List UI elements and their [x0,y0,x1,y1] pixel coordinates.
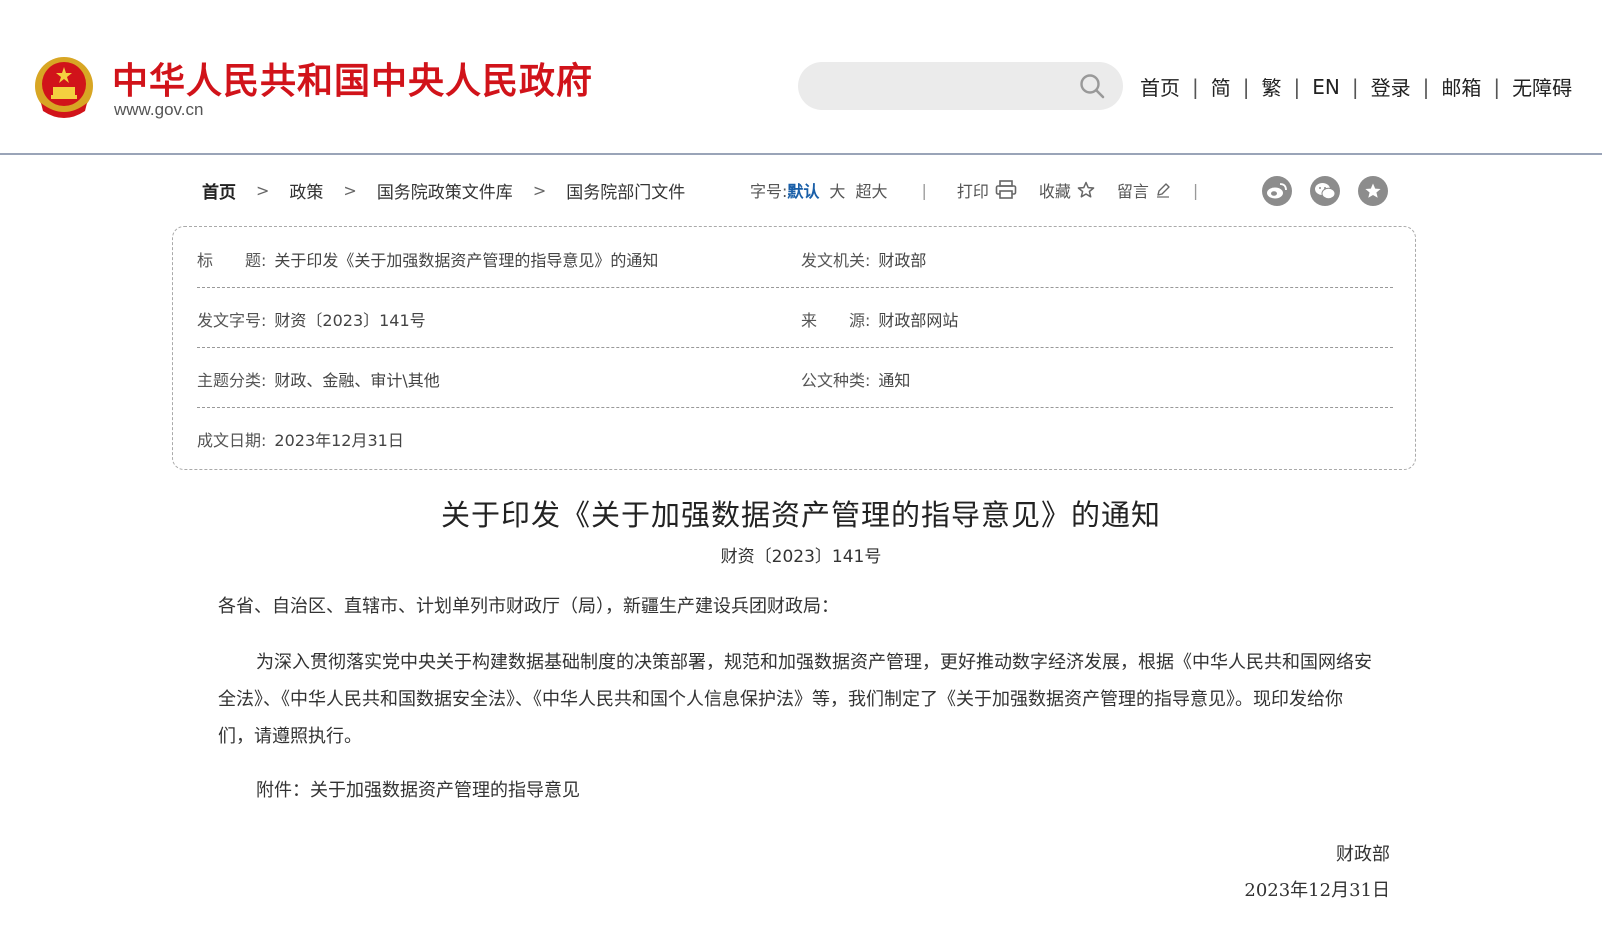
article-tools: 字号: 默认 大 超大 | 打印 收藏 留言 | [750,178,1198,202]
info-source: 来 源: 财政部网站 [801,307,958,331]
info-docno-value: 财资〔2023〕141号 [274,311,426,330]
tools-divider: | [921,180,927,200]
font-size-large[interactable]: 大 [829,178,845,202]
info-docno-label: 发文字号: [197,311,267,330]
breadcrumb-department-docs[interactable]: 国务院部门文件 [566,178,685,203]
weibo-share-icon[interactable] [1262,176,1292,206]
national-emblem-icon[interactable] [33,55,95,119]
article-title: 关于印发《关于加强数据资产管理的指导意见》的通知 [440,498,1161,532]
breadcrumb: 首页 > 政策 > 国务院政策文件库 > 国务院部门文件 [202,178,685,203]
info-date-label: 成文日期: [197,431,267,450]
weibo-icon [1267,183,1287,199]
info-row: 主题分类: 财政、金融、审计\其他 公文种类: 通知 [197,347,1393,408]
print-label: 打印 [956,182,989,201]
breadcrumb-separator: > [532,181,547,200]
breadcrumb-policy-library[interactable]: 国务院政策文件库 [377,178,513,203]
comment-label: 留言 [1116,182,1149,201]
info-type: 公文种类: 通知 [801,367,910,391]
site-url[interactable]: www.gov.cn [114,100,203,120]
info-docno: 发文字号: 财资〔2023〕141号 [197,307,426,331]
info-type-label: 公文种类: [801,371,871,390]
info-date: 成文日期: 2023年12月31日 [197,427,404,451]
nav-login[interactable]: 登录 [1371,72,1411,101]
breadcrumb-home[interactable]: 首页 [202,178,236,203]
article-doc-number: 财资〔2023〕141号 [720,547,882,567]
info-row: 发文字号: 财资〔2023〕141号 来 源: 财政部网站 [197,287,1393,348]
printer-icon [995,180,1017,199]
nav-english[interactable]: EN [1312,75,1340,99]
info-source-label: 来 源: [801,311,871,330]
tools-divider: | [1192,180,1199,200]
document-info-table: 标 题: 关于印发《关于加强数据资产管理的指导意见》的通知 发文机关: 财政部 发文… [172,226,1416,470]
nav-divider: | [1493,74,1501,99]
font-size-default[interactable]: 默认 [787,178,819,202]
nav-mailbox[interactable]: 邮箱 [1441,72,1481,101]
article-attachment-link[interactable]: 附件：关于加强数据资产管理的指导意见 [218,772,1378,809]
nav-traditional[interactable]: 繁 [1262,72,1282,101]
info-title-value: 关于印发《关于加强数据资产管理的指导意见》的通知 [274,251,659,270]
nav-divider: | [1293,74,1301,99]
nav-divider: | [1192,74,1199,99]
nav-simplified[interactable]: 简 [1211,72,1231,101]
breadcrumb-separator: > [343,181,357,200]
signature-organization: 财政部 [1336,844,1390,865]
wechat-share-icon[interactable] [1310,176,1340,206]
search-icon[interactable] [1079,73,1105,99]
signature-date: 2023年12月31日 [1244,880,1390,901]
info-topic: 主题分类: 财政、金融、审计\其他 [197,367,440,391]
nav-divider: | [1351,74,1359,99]
print-button[interactable]: 打印 [957,178,1017,202]
star-icon [1077,181,1095,198]
site-title[interactable]: 中华人民共和国中央人民政府 [112,52,593,104]
article-greeting: 各省、自治区、直辖市、计划单列市财政厅（局），新疆生产建设兵团财政局： [218,596,839,617]
nav-divider: | [1242,74,1250,99]
font-size-label: 字号: [750,182,788,201]
favorite-button[interactable]: 收藏 [1039,178,1095,202]
search-input[interactable] [818,72,1062,102]
site-header: 中华人民共和国中央人民政府 www.gov.cn 首页 | 简 | 繁 | EN… [0,0,1602,155]
nav-accessibility[interactable]: 无障碍 [1512,72,1572,101]
nav-divider: | [1422,74,1430,99]
info-date-value: 2023年12月31日 [274,431,404,450]
info-type-value: 通知 [878,371,911,390]
info-topic-label: 主题分类: [197,371,267,390]
breadcrumb-separator: > [256,181,270,200]
article-body-paragraph: 为深入贯彻落实党中央关于构建数据基础制度的决策部署，规范和加强数据资产管理，更好… [218,652,1372,747]
star-circle-icon [1365,183,1381,198]
info-title-label: 标 题: [197,251,267,270]
info-issuer-label: 发文机关: [801,251,871,270]
favorite-label: 收藏 [1038,182,1071,201]
pencil-icon [1156,183,1170,198]
font-size-xlarge[interactable]: 超大 [855,178,887,202]
favorite-share-icon[interactable] [1358,176,1388,206]
info-source-value: 财政部网站 [878,311,959,330]
wechat-icon [1315,183,1336,200]
info-issuer-value: 财政部 [878,251,927,270]
info-row: 标 题: 关于印发《关于加强数据资产管理的指导意见》的通知 发文机关: 财政部 [197,227,1393,288]
info-issuer: 发文机关: 财政部 [801,247,926,271]
comment-button[interactable]: 留言 [1117,178,1171,202]
top-nav: 首页 | 简 | 繁 | EN | 登录 | 邮箱 | 无障碍 [1140,72,1572,101]
nav-home[interactable]: 首页 [1140,72,1180,101]
info-topic-value: 财政、金融、审计\其他 [274,371,440,390]
info-title: 标 题: 关于印发《关于加强数据资产管理的指导意见》的通知 [197,247,658,271]
search-box [798,62,1123,110]
info-row: 成文日期: 2023年12月31日 [197,407,1393,467]
breadcrumb-policy[interactable]: 政策 [289,178,323,203]
